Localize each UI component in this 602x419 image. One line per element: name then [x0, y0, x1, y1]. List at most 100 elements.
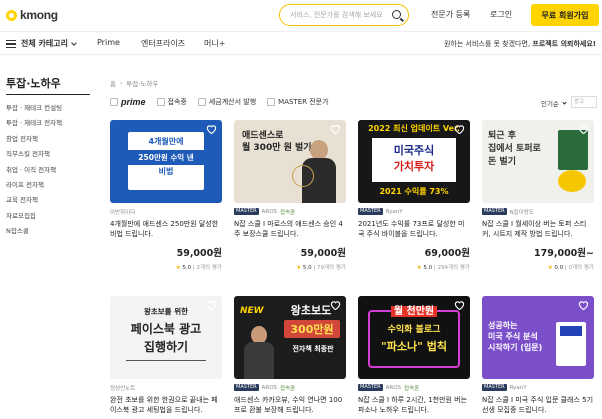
- thumb-text: 250만원 수익 낸: [128, 150, 204, 165]
- sidebar-item-education-ebook[interactable]: 교육 전자책: [6, 195, 62, 210]
- search-icon[interactable]: [392, 10, 401, 19]
- expert-register-link[interactable]: 전문가 등록: [431, 9, 470, 20]
- sidebar-item-career-ebook[interactable]: 취업 · 이직 전자책: [6, 165, 62, 180]
- thumb-text: 가치투자: [393, 160, 435, 173]
- seller-name[interactable]: RyanY: [386, 209, 403, 215]
- thumb-text: 수익화 블로그: [387, 325, 441, 335]
- product-price: 59,000원: [176, 248, 222, 259]
- sidebar-item-njob-school[interactable]: N잡스쿨: [6, 226, 62, 241]
- product-thumbnail[interactable]: 애드센스로 월 300만 원 벌기: [234, 120, 346, 203]
- master-badge: MASTER: [482, 384, 507, 391]
- heart-icon[interactable]: [330, 300, 341, 310]
- product-card[interactable]: 애드센스로 월 300만 원 벌기 MASTER AROS 접속중 N잡 스쿨 …: [234, 120, 346, 271]
- seller-name[interactable]: AROS: [386, 385, 401, 391]
- seller-name[interactable]: 이반하이다: [110, 208, 135, 216]
- seller-name[interactable]: AROS: [262, 209, 277, 215]
- checkbox-icon[interactable]: [267, 98, 276, 106]
- product-title[interactable]: 완전 초보를 위한 한권으로 끝내는 페이스북 광고 세팅법을 드립니다.: [110, 395, 222, 415]
- search-box[interactable]: [279, 4, 409, 26]
- nav-item-prime[interactable]: Prime: [97, 38, 120, 47]
- product-title[interactable]: 2021년도 수익률 73프로 달성한 미국 주식 바이블을 드립니다.: [358, 219, 470, 239]
- product-thumbnail[interactable]: 월 천만원 수익화 블로그 "파소나" 법칙: [358, 296, 470, 379]
- thumb-text: 집에서 토퍼로: [488, 144, 541, 154]
- product-thumbnail[interactable]: 퇴근 후 집에서 토퍼로 돈 벌기: [482, 120, 594, 203]
- heart-icon[interactable]: [330, 124, 341, 134]
- seller-row: MASTER AROS 접속중: [234, 207, 346, 216]
- filter-tax-invoice-label: 세금계산서 발행: [208, 98, 257, 106]
- product-price: 59,000원: [300, 248, 346, 259]
- product-title[interactable]: N잡 스쿨 I 마로스의 애드센스 승인 4주 보장스쿨 드립니다.: [234, 219, 346, 239]
- nav-item-money-plus[interactable]: 머니+: [204, 38, 225, 49]
- filter-bar: prime 접속중 세금계산서 발행 MASTER 전문가: [110, 97, 340, 107]
- product-card[interactable]: 월 천만원 수익화 블로그 "파소나" 법칙 MASTER AROS 접속중 N…: [358, 296, 470, 415]
- product-thumbnail[interactable]: 4개월만에 250만원 수익 낸 비법: [110, 120, 222, 203]
- heart-icon[interactable]: [578, 300, 589, 310]
- sidebar-item-materials[interactable]: 자료모집집: [6, 211, 62, 226]
- rating-score: 5.0: [182, 265, 192, 271]
- product-card[interactable]: 2022 최신 업데이트 Ver. 미국주식 가치투자 2021 수익률 73%…: [358, 120, 470, 271]
- sidebar-item-life-ebook[interactable]: 라이프 전자책: [6, 180, 62, 195]
- product-card[interactable]: 4개월만에 250만원 수익 낸 비법 이반하이다 4개월만에 애드센스 250…: [110, 120, 222, 271]
- breadcrumb-home[interactable]: 홈: [110, 78, 116, 88]
- heart-icon[interactable]: [454, 300, 465, 310]
- product-card[interactable]: 왕초보를 위한 페이스북 광고 집행하기 정성언노트 완전 초보를 위한 한권으…: [110, 296, 222, 415]
- prime-label: prime: [121, 97, 146, 107]
- master-badge: MASTER: [234, 384, 259, 391]
- logo-mark-icon: [6, 9, 17, 21]
- sidebar-item-job-skill-ebook[interactable]: 직무스킬 전자책: [6, 149, 62, 164]
- review-count: 294개의 평가: [437, 265, 471, 271]
- filter-online[interactable]: 접속중: [156, 97, 187, 107]
- ad-label-box[interactable]: 광고: [571, 96, 597, 108]
- heart-icon[interactable]: [206, 300, 217, 310]
- seller-row: MASTER RyanY: [358, 207, 470, 216]
- product-title[interactable]: N잡 스쿨 I 미국 주식 입문 클래스 5기 선생 모집중 드립니다.: [482, 395, 594, 415]
- checkbox-icon[interactable]: [197, 98, 206, 106]
- product-card[interactable]: NEW 왕초보도 300만원 전자책 최종판 MASTER AROS 접속중 애…: [234, 296, 346, 415]
- heart-icon[interactable]: [578, 124, 589, 134]
- product-card[interactable]: 퇴근 후 집에서 토퍼로 돈 벌기 MASTER N잡이랑도 N잡 스쿨 I 월…: [482, 120, 594, 271]
- signup-button[interactable]: 무료 회원가입: [531, 4, 599, 26]
- product-title[interactable]: 4개월만에 애드센스 250만원 달성한 비법 드립니다.: [110, 219, 222, 239]
- online-status: 접속중: [404, 385, 420, 392]
- login-link[interactable]: 로그인: [490, 9, 512, 20]
- product-card[interactable]: 성공하는 미국 주식 분석 시작하기 (입문) MASTER RyanY N잡 …: [482, 296, 594, 415]
- breadcrumb-separator-icon: ›: [119, 79, 123, 87]
- breadcrumb-current[interactable]: 투잡·노하우: [126, 78, 158, 88]
- all-categories-menu[interactable]: 전체 카테고리: [21, 38, 68, 49]
- heart-icon[interactable]: [206, 124, 217, 134]
- product-thumbnail[interactable]: 왕초보를 위한 페이스북 광고 집행하기: [110, 296, 222, 379]
- seller-name[interactable]: N잡이랑도: [510, 208, 534, 216]
- kmong-logo[interactable]: kmong: [6, 8, 58, 22]
- heart-icon[interactable]: [454, 124, 465, 134]
- filter-tax-invoice[interactable]: 세금계산서 발행: [197, 97, 257, 107]
- product-thumbnail[interactable]: NEW 왕초보도 300만원 전자책 최종판: [234, 296, 346, 379]
- product-rating: ★ 5.0 | 294개의 평가: [358, 263, 470, 271]
- search-input[interactable]: [290, 11, 386, 19]
- thumb-text: 4개월만에: [148, 137, 184, 146]
- filter-master[interactable]: MASTER 전문가: [267, 97, 329, 107]
- filter-prime[interactable]: prime: [110, 97, 146, 107]
- product-thumbnail[interactable]: 성공하는 미국 주식 분석 시작하기 (입문): [482, 296, 594, 379]
- product-title[interactable]: 애드센스 카카오뷰, 수익 연나면 100프로 환불 보장해 드립니다.: [234, 395, 346, 415]
- seller-name[interactable]: AROS: [262, 385, 277, 391]
- nav-item-enterprise[interactable]: 엔터프라이즈: [141, 38, 185, 49]
- thumb-text: 집행하기: [143, 340, 189, 354]
- master-badge: MASTER: [234, 208, 259, 215]
- top-header: kmong 전문가 등록 로그인 무료 회원가입: [0, 0, 602, 30]
- seller-name[interactable]: RyanY: [510, 385, 527, 391]
- seller-name[interactable]: 정성언노트: [110, 384, 135, 392]
- chevron-down-icon: [71, 40, 77, 46]
- thumb-text: 비법: [158, 167, 174, 176]
- online-status: 접속중: [280, 385, 296, 392]
- checkbox-icon[interactable]: [156, 98, 165, 106]
- project-request-promo[interactable]: 원하는 서비스를 못 찾겠다면, 프로젝트 의뢰하세요!: [444, 39, 596, 49]
- sort-dropdown[interactable]: 인기순: [541, 98, 567, 108]
- product-thumbnail[interactable]: 2022 최신 업데이트 Ver. 미국주식 가치투자 2021 수익률 73%: [358, 120, 470, 203]
- product-title[interactable]: N잡 스쿨 I 월세이상 버는 토퍼 스티커, 시트지 제작 방법 드립니다.: [482, 219, 594, 239]
- hamburger-menu-icon[interactable]: [6, 40, 16, 48]
- sidebar-item-investment-ebook[interactable]: 투잡 · 재테크 전자책: [6, 118, 62, 133]
- sidebar-item-consulting[interactable]: 투잡 · 재테크 컨설팅: [6, 103, 62, 118]
- checkbox-icon[interactable]: [110, 98, 118, 106]
- product-title[interactable]: N잡 스쿨 I 하루 2시간, 1천만원 버는 파소나 노하우 드립니다.: [358, 395, 470, 415]
- sidebar-item-startup-ebook[interactable]: 창업 전자책: [6, 134, 62, 149]
